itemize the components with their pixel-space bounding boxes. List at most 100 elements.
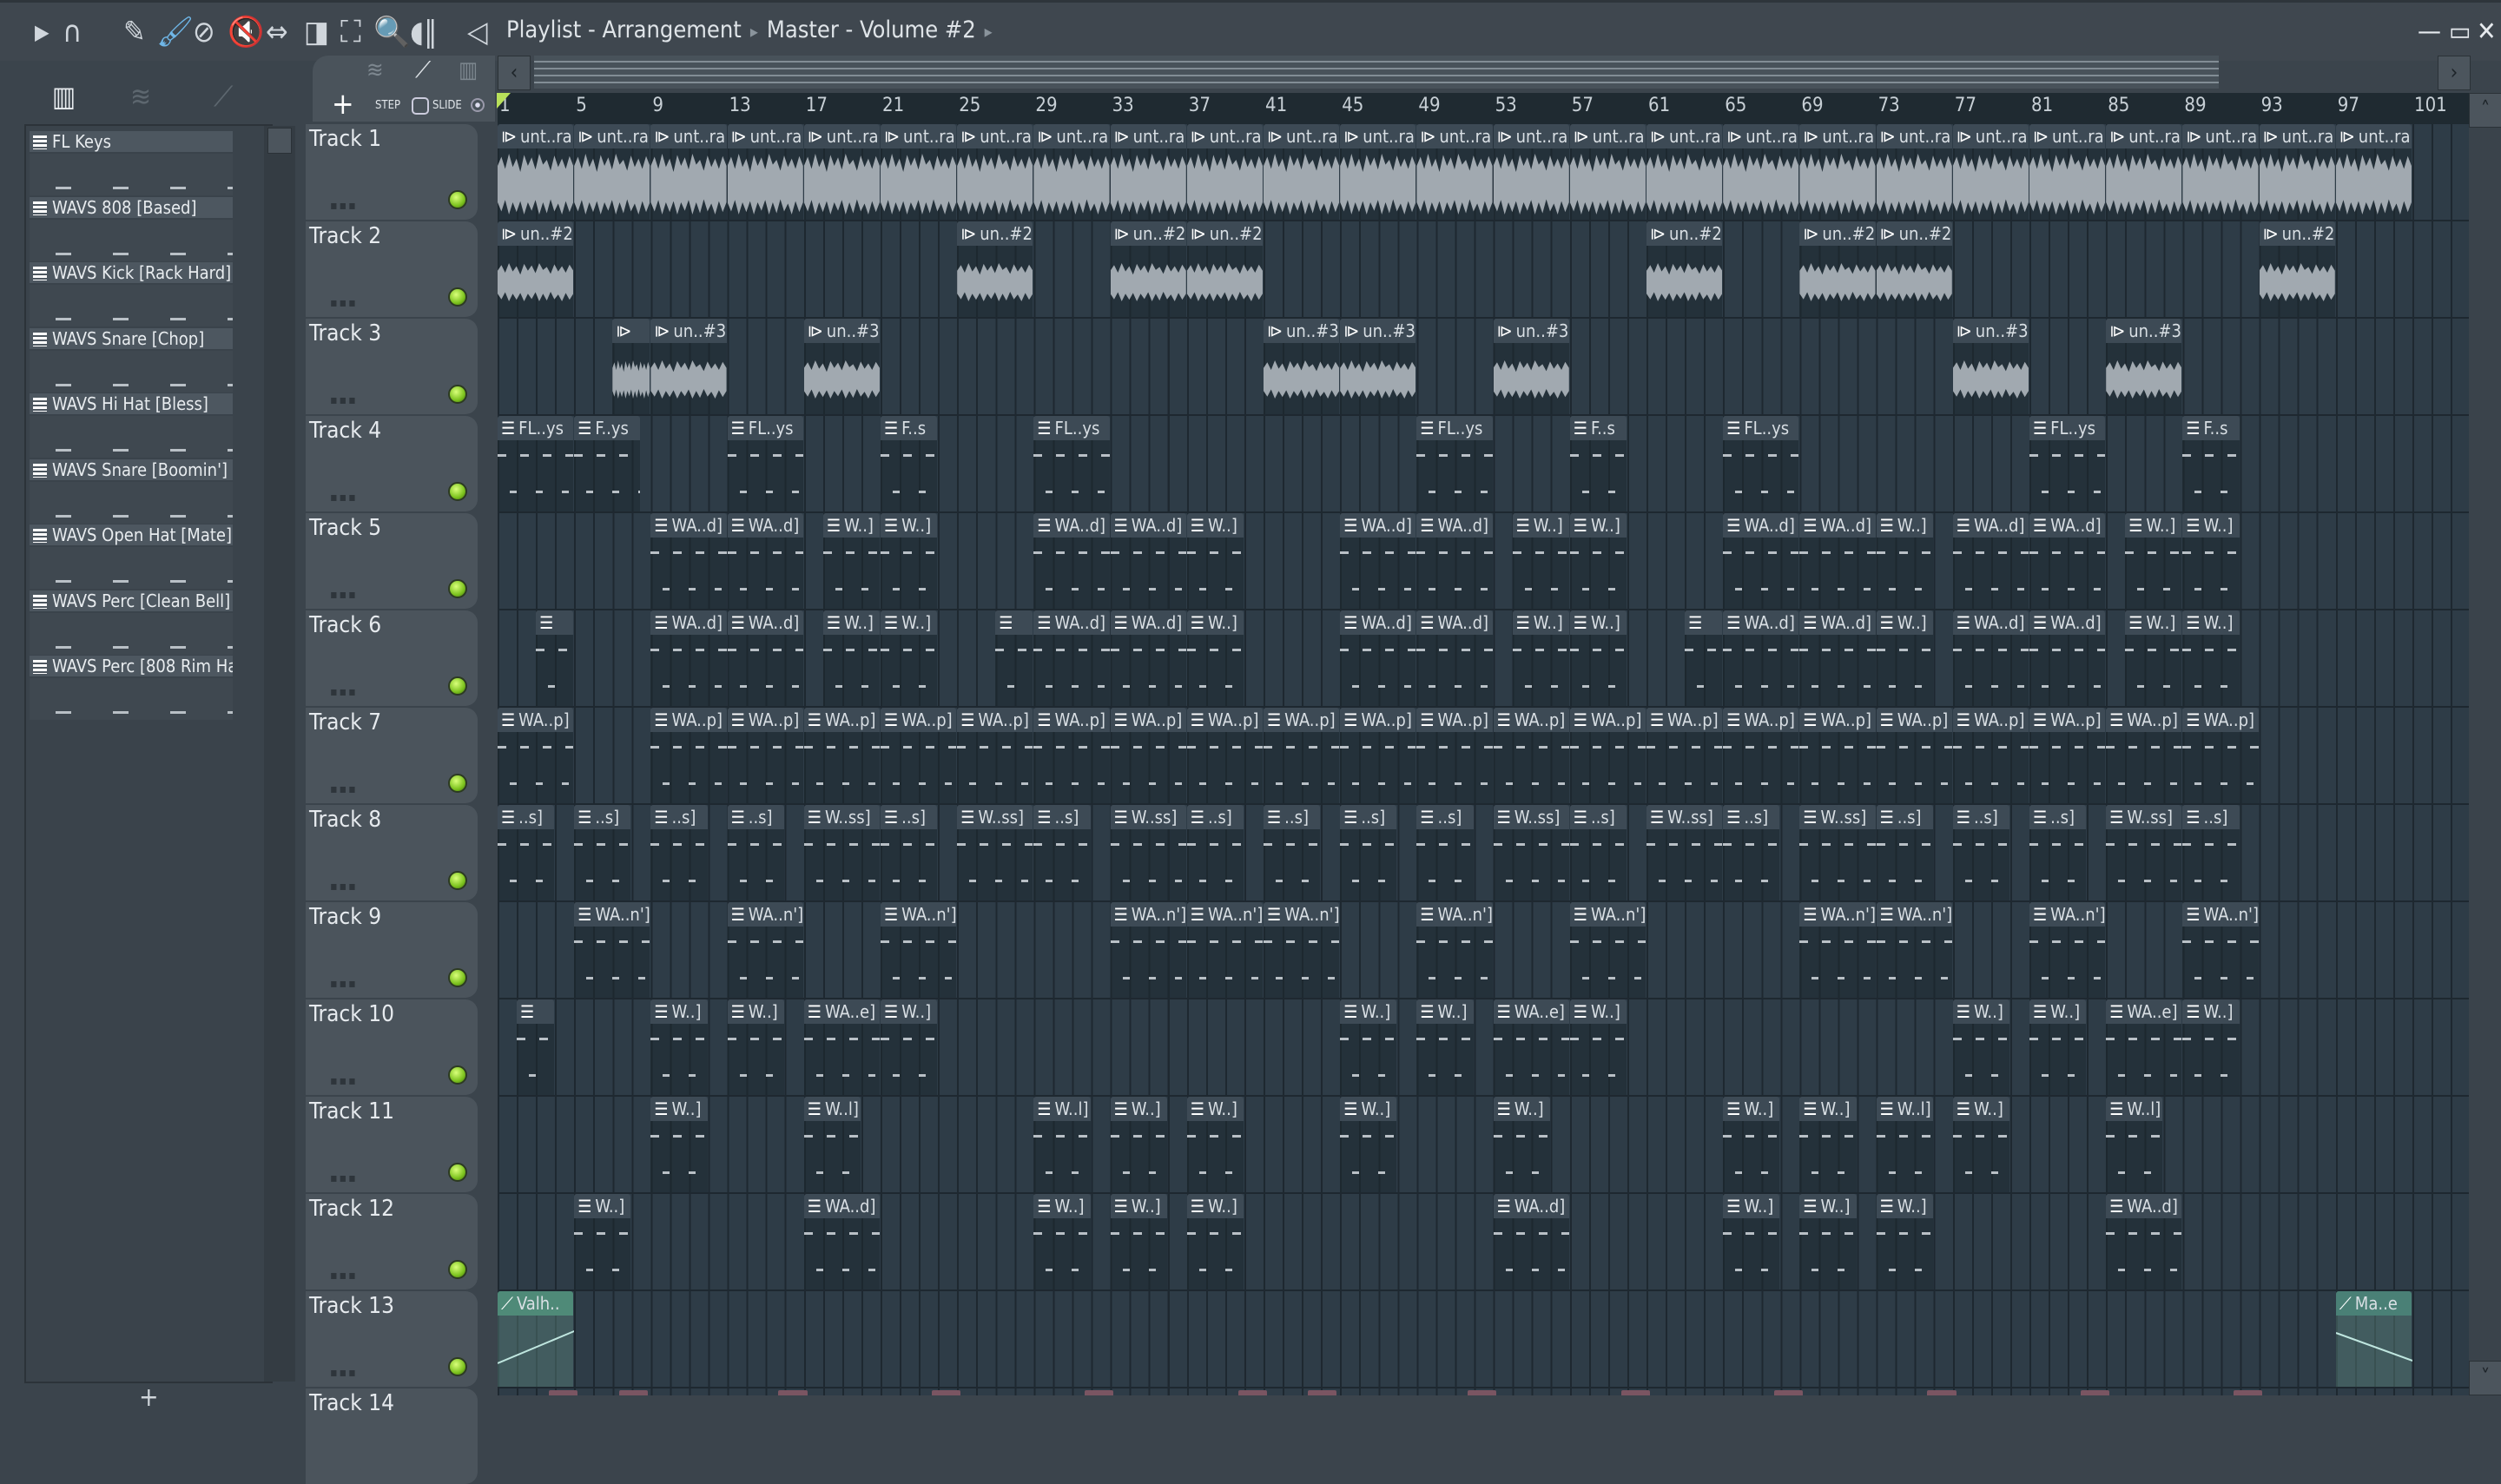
short-clip[interactable]: ⧐ xyxy=(548,1390,577,1395)
pattern-clip[interactable]: ☰ W..] xyxy=(881,513,938,609)
pattern-clip[interactable]: ☰ WA..d] xyxy=(1799,513,1876,609)
clip-header[interactable]: ☰ WA..d] xyxy=(1493,1194,1569,1218)
pattern-clip[interactable]: ☰ WA..d] xyxy=(2029,610,2106,706)
pattern-clip[interactable]: ☰ WA..e] xyxy=(803,999,881,1095)
clip-header[interactable]: ☰ W..l] xyxy=(1876,1097,1933,1121)
pattern-clip[interactable]: ☰ FL..ys xyxy=(1033,416,1110,511)
pattern-clip[interactable]: ☰ ..s] xyxy=(574,805,631,900)
picker-item[interactable]: FL Keys xyxy=(30,131,233,196)
pattern-clip[interactable]: ☰ WA..d] xyxy=(1033,610,1110,706)
clip-header[interactable]: ☰ WA..e] xyxy=(803,999,880,1024)
clip-header[interactable]: ☰ WA..d] xyxy=(1952,513,2029,538)
picker-item-header[interactable]: WAVS Open Hat [Mate] xyxy=(30,524,233,545)
clip-header[interactable]: ⧐ unt..ra xyxy=(2182,124,2259,148)
pattern-clip[interactable]: ☰ W..] xyxy=(1512,513,1570,609)
audio-clip[interactable]: ⧐ un..#3 xyxy=(2106,319,2182,414)
clip-header[interactable]: ☰ WA..n'] xyxy=(2182,902,2259,927)
pattern-clip[interactable]: ☰ WA..e] xyxy=(1493,999,1570,1095)
clip-header[interactable]: ☰ W..] xyxy=(1569,513,1627,538)
paint-brush-icon[interactable]: 🖌 xyxy=(156,15,194,49)
clip-header[interactable]: ☰ WA..d] xyxy=(1799,610,1876,635)
short-clip[interactable]: ⧐ xyxy=(1620,1390,1650,1395)
vertical-scrollbar[interactable]: ˄ ˅ xyxy=(2469,93,2501,1395)
clip-header[interactable]: ☰ xyxy=(536,610,574,635)
clip-header[interactable]: ☰ W..] xyxy=(1876,610,1933,635)
pattern-clip[interactable]: ☰ WA..d] xyxy=(1110,513,1187,609)
track-name[interactable]: Track 12 xyxy=(309,1196,394,1222)
clip-header[interactable]: ☰ WA..d] xyxy=(1110,610,1186,635)
audio-clip[interactable]: ⧐ unt..ra xyxy=(2029,124,2106,220)
pattern-clip[interactable]: ☰ WA..p] xyxy=(498,708,574,803)
clip-header[interactable]: ☰ WA..d] xyxy=(727,513,803,538)
clip-header[interactable]: ☰ ..s] xyxy=(1033,805,1091,829)
pattern-clip[interactable]: ☰ W..] xyxy=(1723,1097,1780,1192)
play-arrow-icon[interactable]: ▶ xyxy=(35,15,49,49)
track-menu-icon[interactable]: ▪▪▪ xyxy=(330,199,358,213)
pattern-clip[interactable]: ☰ W..] xyxy=(822,513,881,609)
audio-clip[interactable]: ⧐ unt..ra xyxy=(881,124,957,220)
pattern-clip[interactable]: ☰ W..l] xyxy=(2106,1097,2163,1192)
clip-header[interactable]: ⟋ Ma..e xyxy=(2335,1291,2412,1316)
clip-header[interactable]: ☰ W..] xyxy=(1186,1194,1244,1218)
clip-header[interactable]: ☰ W..] xyxy=(1952,999,2009,1024)
track-name[interactable]: Track 2 xyxy=(309,223,381,249)
pattern-clip[interactable]: ☰ W..] xyxy=(1186,610,1244,706)
clip-header[interactable]: ☰ W..] xyxy=(1493,1097,1550,1121)
track-name[interactable]: Track 3 xyxy=(309,320,381,346)
clip-header[interactable]: ⧐ unt..ra xyxy=(2029,124,2106,148)
track-header[interactable]: Track 12 ▪▪▪ xyxy=(306,1194,478,1289)
track-name[interactable]: Track 8 xyxy=(309,807,381,833)
pattern-clip[interactable]: ☰ WA..d] xyxy=(1416,513,1493,609)
track-menu-icon[interactable]: ▪▪▪ xyxy=(330,1171,358,1185)
pattern-clip[interactable]: ☰ WA..d] xyxy=(1723,513,1799,609)
track-mute-led[interactable] xyxy=(448,482,467,501)
clip-header[interactable]: ☰ WA..p] xyxy=(1952,708,2029,732)
audio-clip[interactable]: ⧐ un..#2 xyxy=(1186,221,1264,317)
track-menu-icon[interactable]: ▪▪▪ xyxy=(330,1366,358,1380)
picker-item[interactable]: WAVS Kick [Rack Hard] xyxy=(30,262,233,327)
track-menu-icon[interactable]: ▪▪▪ xyxy=(330,977,358,991)
pattern-clip[interactable]: ☰ ..s] xyxy=(1264,805,1321,900)
picker-item-header[interactable]: WAVS Snare [Boomin'] xyxy=(30,458,233,480)
pattern-clip[interactable]: ☰ W..ss] xyxy=(1799,805,1876,900)
picker-scrollbar[interactable] xyxy=(264,126,295,1382)
clip-header[interactable]: ⧐ un..#3 xyxy=(1340,319,1416,343)
clip-header[interactable]: ☰ WA..d] xyxy=(1723,513,1799,538)
pattern-clip[interactable]: ☰ W..] xyxy=(1876,1194,1934,1289)
short-clip[interactable]: ⧐ xyxy=(1774,1390,1804,1395)
pattern-clip[interactable]: ☰ WA..d] xyxy=(1033,513,1110,609)
audio-clip[interactable]: ⧐ unt..ra xyxy=(803,124,881,220)
clip-header[interactable]: ☰ W..] xyxy=(1416,999,1474,1024)
track-mute-led[interactable] xyxy=(448,1065,467,1085)
pattern-clip[interactable]: ☰ ..s] xyxy=(727,805,785,900)
pattern-clip[interactable]: ☰ WA..d] xyxy=(2106,1194,2182,1289)
clip-header[interactable]: ☰ WA..n'] xyxy=(1264,902,1340,927)
pattern-clip[interactable]: ☰ ..s] xyxy=(2029,805,2087,900)
clip-header[interactable]: ☰ WA..p] xyxy=(803,708,880,732)
clip-header[interactable]: ⧐ un..#2 xyxy=(1110,221,1186,246)
piano-roll-icon[interactable]: ▥ xyxy=(52,80,76,113)
pattern-clip[interactable]: ☰ WA..n'] xyxy=(1186,902,1264,998)
audio-clip[interactable]: ⧐ un..#3 xyxy=(1264,319,1340,414)
clip-header[interactable]: ☰ WA..n'] xyxy=(1416,902,1493,927)
clip-header[interactable]: ☰ WA..n'] xyxy=(1186,902,1263,927)
track-mute-led[interactable] xyxy=(448,968,467,987)
clip-header[interactable]: ⧐ un..#2 xyxy=(1646,221,1723,246)
pattern-clip[interactable]: ☰ W..] xyxy=(1876,610,1934,706)
pattern-clip[interactable]: ☰ W..] xyxy=(650,1097,708,1192)
pattern-clip[interactable]: ☰ W..] xyxy=(2182,513,2240,609)
pattern-clip[interactable]: ☰ WA..d] xyxy=(1952,513,2029,609)
pattern-clip[interactable]: ☰ W..] xyxy=(2182,999,2240,1095)
picker-item-header[interactable]: WAVS 808 [Based] xyxy=(30,196,233,218)
pattern-clip[interactable]: ☰ ..s] xyxy=(1186,805,1244,900)
pattern-clip[interactable]: ☰ WA..n'] xyxy=(1110,902,1187,998)
track-mute-led[interactable] xyxy=(448,190,467,209)
automation-icon[interactable]: ⟋ xyxy=(214,80,233,114)
clip-header[interactable]: ☰ F..s xyxy=(1569,416,1627,440)
picker-item-header[interactable]: WAVS Kick [Rack Hard] xyxy=(30,262,233,283)
audio-clip[interactable]: ⧐ un..#3 xyxy=(1340,319,1416,414)
pattern-clip[interactable]: ☰ W..] xyxy=(2029,999,2087,1095)
clip-header[interactable]: ☰ W..] xyxy=(1340,1097,1397,1121)
clip-header[interactable]: ⧐ un..#3 xyxy=(1264,319,1340,343)
pattern-clip[interactable]: ☰ W..] xyxy=(1110,1194,1168,1289)
